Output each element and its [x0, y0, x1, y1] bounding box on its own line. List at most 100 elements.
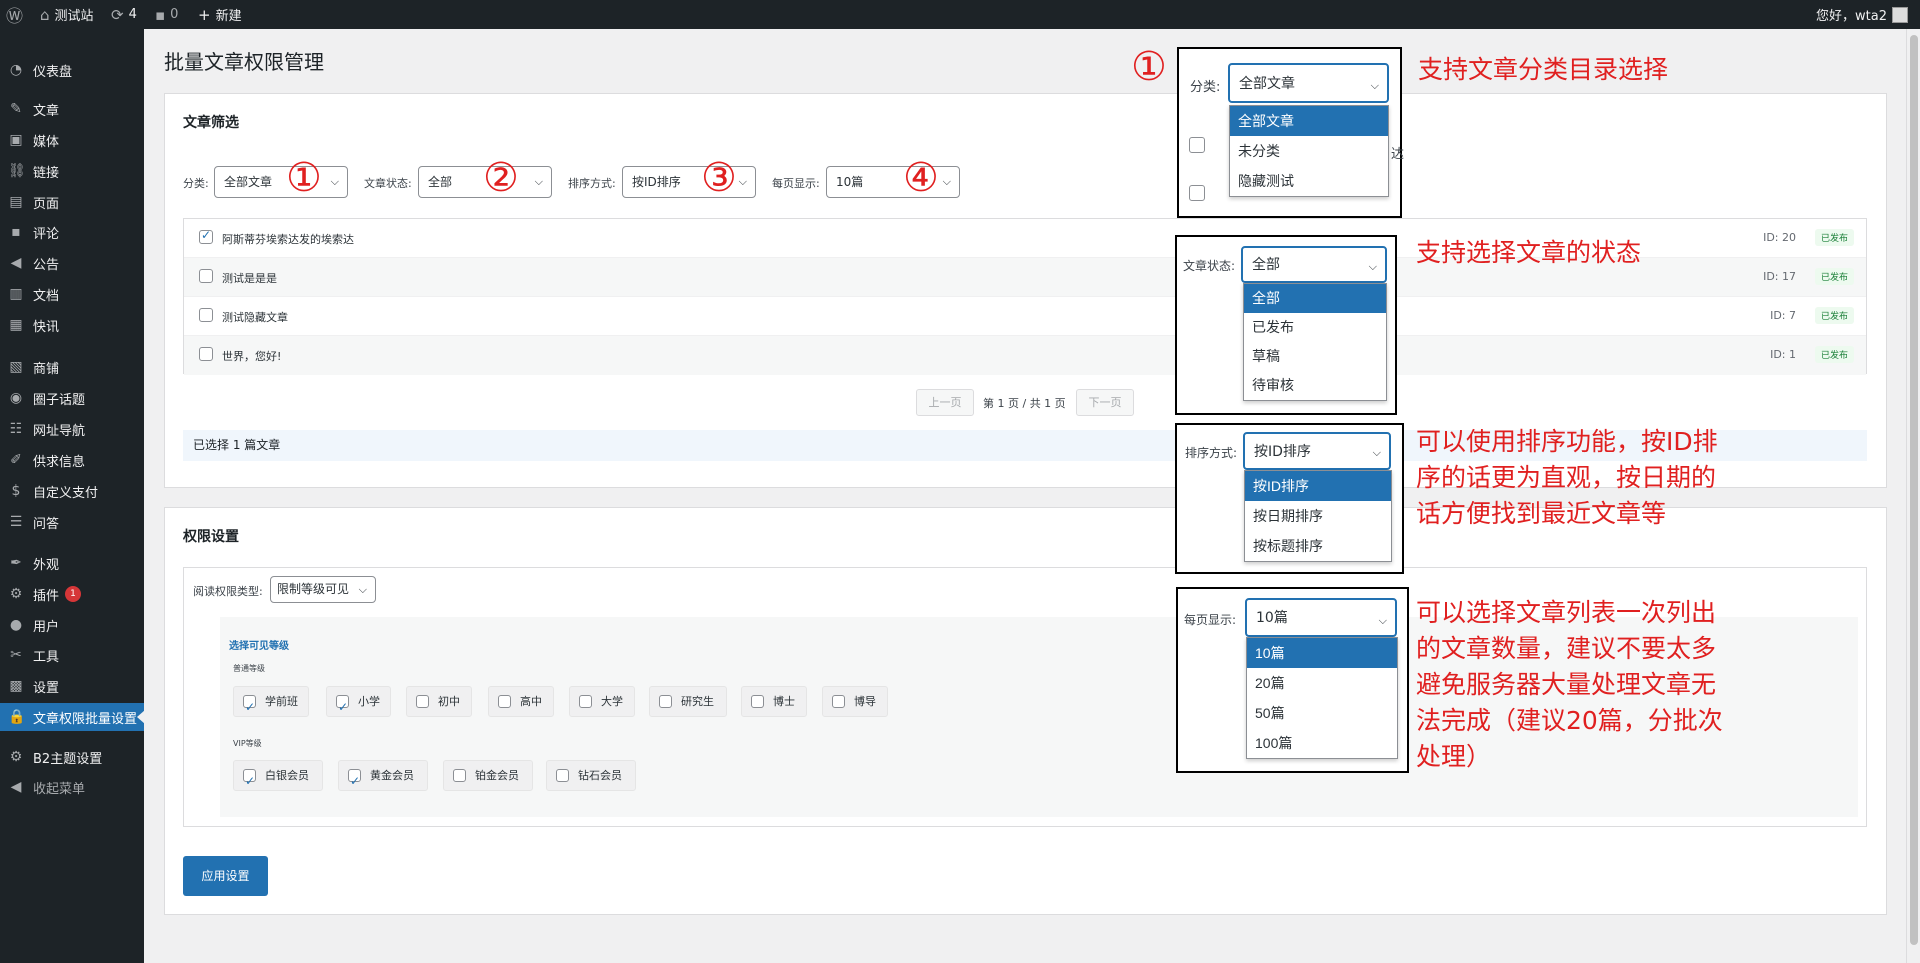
page-info: 第 1 页 / 共 1 页 [983, 397, 1066, 410]
level-checkbox[interactable] [659, 695, 672, 708]
dropdown-option[interactable]: 隐藏测试 [1230, 166, 1388, 196]
dropdown-option[interactable]: 草稿 [1244, 342, 1386, 371]
dropdown-option[interactable]: 全部文章 [1230, 106, 1388, 136]
level-option[interactable]: 黄金会员 [338, 760, 428, 796]
new-content-link[interactable]: + 新建 [198, 0, 242, 29]
post-checkbox[interactable] [199, 228, 213, 244]
sidebar-item-qa[interactable]: ☰ 问答 [0, 508, 144, 536]
perpage-label: 每页显示: [772, 177, 820, 190]
level-checkbox[interactable] [751, 695, 764, 708]
dropdown-option[interactable]: 100篇 [1247, 728, 1397, 758]
sidebar-item-page[interactable]: ▤ 页面 [0, 188, 144, 216]
post-checkbox[interactable] [199, 308, 213, 322]
level-checkbox[interactable] [336, 693, 349, 722]
sidebar-item-settings[interactable]: ▩ 设置 [0, 672, 144, 700]
level-checkbox[interactable] [832, 695, 845, 708]
level-checkbox[interactable] [453, 769, 466, 782]
sidebar-item-pin[interactable]: ✎ 文章 [0, 95, 144, 123]
dropdown-option[interactable]: 已发布 [1244, 313, 1386, 342]
callout-perpage-select[interactable]: 10篇 ⌵ [1245, 598, 1397, 637]
level-checkbox[interactable] [556, 769, 569, 782]
sidebar-item-plugin[interactable]: ⚙ 插件 1 [0, 580, 144, 608]
post-checkbox[interactable] [199, 347, 213, 361]
level-option[interactable]: 大学 [569, 686, 635, 717]
sidebar-item-megaphone[interactable]: ◀ 公告 [0, 249, 144, 277]
sidebar-item-store[interactable]: ▧ 商铺 [0, 353, 144, 381]
level-checkbox[interactable] [243, 693, 256, 722]
sidebar-item-label: 评论 [33, 226, 60, 242]
account-menu[interactable]: 您好，wta2 [1816, 0, 1908, 29]
callout-status-select[interactable]: 全部 ⌵ [1241, 246, 1387, 283]
callout-category-select[interactable]: 全部文章 ⌵ [1228, 63, 1389, 103]
level-option[interactable]: 钻石会员 [546, 760, 636, 791]
dropdown-option[interactable]: 按ID排序 [1245, 471, 1391, 501]
wordpress-logo-icon[interactable]: Ⓦ [6, 0, 23, 29]
dropdown-option[interactable]: 未分类 [1230, 136, 1388, 166]
callout-sort-select[interactable]: 按ID排序 ⌵ [1243, 432, 1391, 470]
post-title: 世界，您好! [222, 350, 282, 363]
sidebar-item-user[interactable]: ● 用户 [0, 611, 144, 639]
level-option[interactable]: 小学 [326, 686, 391, 722]
sidebar-item-dashboard[interactable]: ◔ 仪表盘 [0, 56, 144, 84]
sidebar-item-nav[interactable]: ☷ 网址导航 [0, 415, 144, 443]
level-checkbox[interactable] [498, 695, 511, 708]
apply-settings-button[interactable]: 应用设置 [183, 856, 268, 896]
level-option[interactable]: 博士 [741, 686, 807, 717]
level-option[interactable]: 学前班 [233, 686, 309, 722]
perpage-select[interactable]: 10篇 ⌵ [826, 166, 960, 198]
page-scrollbar[interactable] [1906, 29, 1920, 963]
comments-link[interactable]: ▪ 0 [155, 0, 178, 29]
sidebar-item-lock[interactable]: 🔒 文章权限批量设置 [0, 703, 145, 731]
sidebar-item-supply[interactable]: ✐ 供求信息 [0, 446, 144, 474]
sidebar-item-circle[interactable]: ◉ 圈子话题 [0, 384, 144, 412]
scrollbar-thumb[interactable] [1910, 35, 1918, 945]
level-checkbox[interactable] [416, 695, 429, 708]
dropdown-option[interactable]: 50篇 [1247, 698, 1397, 728]
chevron-down-icon: ⌵ [1372, 446, 1381, 459]
post-checkbox[interactable] [199, 269, 213, 283]
sidebar-item-gear[interactable]: ⚙ B2主题设置 [0, 743, 144, 771]
site-name-link[interactable]: ⌂ 测试站 [40, 0, 94, 29]
sidebar-item-doc[interactable]: ▥ 文档 [0, 280, 144, 308]
category-label: 分类: [183, 177, 209, 190]
level-option[interactable]: 初中 [406, 686, 472, 717]
dropdown-option[interactable]: 全部 [1244, 284, 1386, 313]
dropdown-option[interactable]: 待审核 [1244, 371, 1386, 400]
level-option[interactable]: 研究生 [649, 686, 727, 717]
level-option[interactable]: 博导 [822, 686, 888, 717]
level-checkbox[interactable] [243, 767, 256, 796]
sidebar-item-label: 仪表盘 [33, 64, 73, 80]
category-select[interactable]: 全部文章 ⌵ [214, 166, 348, 198]
post-row[interactable]: 测试隐藏文章 ID: 7 已发布 [184, 297, 1866, 336]
level-option[interactable]: 白银会员 [233, 760, 323, 796]
updates-link[interactable]: ⟳ 4 [111, 0, 137, 29]
sidebar-item-payment[interactable]: $ 自定义支付 [0, 477, 144, 505]
sidebar-item-label: 公告 [33, 257, 60, 273]
sidebar-item-wrench[interactable]: ✂ 工具 [0, 641, 144, 669]
level-checkbox[interactable] [348, 767, 361, 796]
dropdown-option[interactable]: 按标题排序 [1245, 531, 1391, 561]
dropdown-option[interactable]: 20篇 [1247, 668, 1397, 698]
supply-icon: ✐ [10, 452, 22, 468]
dropdown-option[interactable]: 10篇 [1247, 638, 1397, 668]
prev-page-button[interactable]: 上一页 [916, 389, 974, 416]
chevron-down-icon: ⌵ [738, 175, 747, 188]
sidebar-item-collapse[interactable]: ◀ 收起菜单 [0, 773, 144, 801]
callout-sort-label: 排序方式: [1185, 446, 1238, 460]
sidebar-item-comment[interactable]: ▪ 评论 [0, 218, 144, 246]
annotation-marker-1-callout: ① [1131, 44, 1167, 90]
level-option[interactable]: 铂金会员 [443, 760, 533, 791]
sidebar-item-news[interactable]: ▦ 快讯 [0, 311, 144, 339]
sidebar-item-brush[interactable]: ✒ 外观 [0, 549, 144, 577]
read-type-label: 阅读权限类型: [193, 585, 263, 598]
next-page-button[interactable]: 下一页 [1076, 389, 1134, 416]
sidebar-item-link[interactable]: ⛓ 链接 [0, 157, 144, 185]
post-row[interactable]: 世界，您好! ID: 1 已发布 [184, 336, 1866, 375]
sidebar-item-media[interactable]: ▣ 媒体 [0, 126, 144, 154]
level-checkbox[interactable] [579, 695, 592, 708]
level-option[interactable]: 高中 [488, 686, 554, 717]
read-type-select[interactable]: 限制等级可见 ⌵ [270, 576, 376, 603]
perpage-options: 10篇 20篇 50篇 100篇 [1246, 637, 1398, 759]
dropdown-option[interactable]: 按日期排序 [1245, 501, 1391, 531]
comment-icon: ▪ [155, 5, 166, 24]
